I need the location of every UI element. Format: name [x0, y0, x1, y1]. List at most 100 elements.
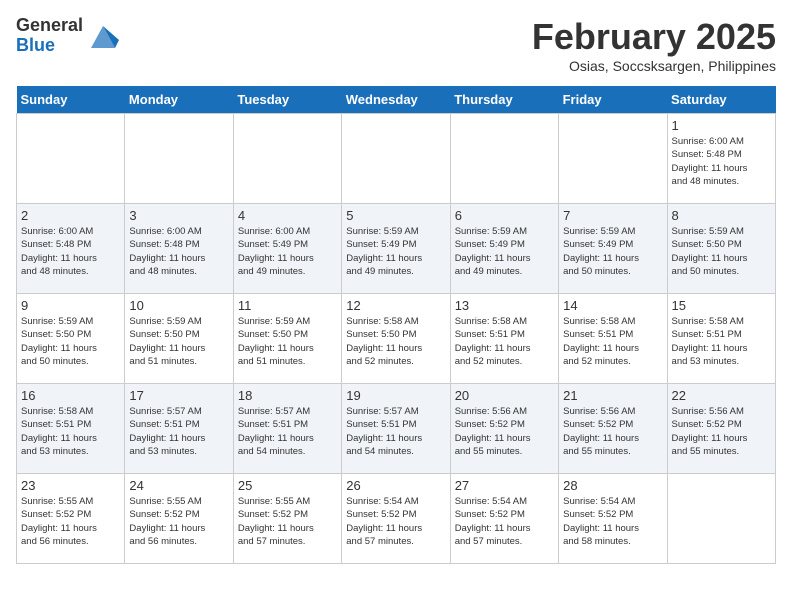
day-number: 12	[346, 298, 445, 313]
day-number: 22	[672, 388, 771, 403]
cell-info: Sunrise: 5:55 AM Sunset: 5:52 PM Dayligh…	[129, 495, 228, 548]
calendar-cell: 11 Sunrise: 5:59 AM Sunset: 5:50 PM Dayli…	[233, 294, 341, 384]
cell-info: Sunrise: 5:59 AM Sunset: 5:50 PM Dayligh…	[238, 315, 337, 368]
cell-info: Sunrise: 5:57 AM Sunset: 5:51 PM Dayligh…	[129, 405, 228, 458]
day-number: 23	[21, 478, 120, 493]
day-number: 28	[563, 478, 662, 493]
day-number: 26	[346, 478, 445, 493]
cell-info: Sunrise: 5:58 AM Sunset: 5:50 PM Dayligh…	[346, 315, 445, 368]
calendar-cell: 7Sunrise: 5:59 AM Sunset: 5:49 PM Daylig…	[559, 204, 667, 294]
day-number: 4	[238, 208, 337, 223]
calendar-cell: 12 Sunrise: 5:58 AM Sunset: 5:50 PM Dayli…	[342, 294, 450, 384]
day-number: 2	[21, 208, 120, 223]
calendar-cell: 16Sunrise: 5:58 AM Sunset: 5:51 PM Dayli…	[17, 384, 125, 474]
cell-info: Sunrise: 5:59 AM Sunset: 5:50 PM Dayligh…	[21, 315, 120, 368]
day-number: 7	[563, 208, 662, 223]
cell-info: Sunrise: 5:59 AM Sunset: 5:49 PM Dayligh…	[346, 225, 445, 278]
weekday-header-friday: Friday	[559, 86, 667, 114]
calendar-cell: 27 Sunrise: 5:54 AM Sunset: 5:52 PM Dayli…	[450, 474, 558, 564]
weekday-header-tuesday: Tuesday	[233, 86, 341, 114]
calendar-cell	[233, 114, 341, 204]
calendar-cell: 4 Sunrise: 6:00 AM Sunset: 5:49 PM Daylig…	[233, 204, 341, 294]
day-number: 10	[129, 298, 228, 313]
week-row-5: 23 Sunrise: 5:55 AM Sunset: 5:52 PM Dayli…	[17, 474, 776, 564]
logo-icon	[87, 20, 119, 52]
calendar-cell	[342, 114, 450, 204]
cell-info: Sunrise: 5:56 AM Sunset: 5:52 PM Dayligh…	[672, 405, 771, 458]
calendar-cell: 24 Sunrise: 5:55 AM Sunset: 5:52 PM Dayli…	[125, 474, 233, 564]
day-number: 6	[455, 208, 554, 223]
calendar-cell: 21 Sunrise: 5:56 AM Sunset: 5:52 PM Dayli…	[559, 384, 667, 474]
calendar-cell: 25Sunrise: 5:55 AM Sunset: 5:52 PM Dayli…	[233, 474, 341, 564]
header: General Blue February 2025 Osias, Soccsk…	[16, 16, 776, 74]
cell-info: Sunrise: 5:54 AM Sunset: 5:52 PM Dayligh…	[563, 495, 662, 548]
weekday-header-thursday: Thursday	[450, 86, 558, 114]
calendar-cell: 22 Sunrise: 5:56 AM Sunset: 5:52 PM Dayli…	[667, 384, 775, 474]
calendar-cell: 17 Sunrise: 5:57 AM Sunset: 5:51 PM Dayli…	[125, 384, 233, 474]
day-number: 18	[238, 388, 337, 403]
day-number: 21	[563, 388, 662, 403]
calendar-cell: 23Sunrise: 5:55 AM Sunset: 5:52 PM Dayli…	[17, 474, 125, 564]
cell-info: Sunrise: 6:00 AM Sunset: 5:48 PM Dayligh…	[21, 225, 120, 278]
day-number: 20	[455, 388, 554, 403]
calendar-table: SundayMondayTuesdayWednesdayThursdayFrid…	[16, 86, 776, 564]
calendar-cell	[559, 114, 667, 204]
day-number: 13	[455, 298, 554, 313]
weekday-header-row: SundayMondayTuesdayWednesdayThursdayFrid…	[17, 86, 776, 114]
title-area: February 2025 Osias, Soccsksargen, Phili…	[532, 16, 776, 74]
cell-info: Sunrise: 6:00 AM Sunset: 5:48 PM Dayligh…	[129, 225, 228, 278]
logo: General Blue	[16, 16, 119, 56]
calendar-cell: 14Sunrise: 5:58 AM Sunset: 5:51 PM Dayli…	[559, 294, 667, 384]
week-row-4: 16Sunrise: 5:58 AM Sunset: 5:51 PM Dayli…	[17, 384, 776, 474]
day-number: 8	[672, 208, 771, 223]
logo-blue: Blue	[16, 36, 83, 56]
cell-info: Sunrise: 6:00 AM Sunset: 5:49 PM Dayligh…	[238, 225, 337, 278]
calendar-cell	[667, 474, 775, 564]
calendar-cell	[450, 114, 558, 204]
calendar-cell: 2 Sunrise: 6:00 AM Sunset: 5:48 PM Daylig…	[17, 204, 125, 294]
cell-info: Sunrise: 5:58 AM Sunset: 5:51 PM Dayligh…	[563, 315, 662, 368]
day-number: 15	[672, 298, 771, 313]
day-number: 5	[346, 208, 445, 223]
day-number: 1	[672, 118, 771, 133]
calendar-cell: 19Sunrise: 5:57 AM Sunset: 5:51 PM Dayli…	[342, 384, 450, 474]
calendar-cell: 3 Sunrise: 6:00 AM Sunset: 5:48 PM Daylig…	[125, 204, 233, 294]
day-number: 11	[238, 298, 337, 313]
cell-info: Sunrise: 5:59 AM Sunset: 5:50 PM Dayligh…	[672, 225, 771, 278]
day-number: 25	[238, 478, 337, 493]
calendar-cell: 10Sunrise: 5:59 AM Sunset: 5:50 PM Dayli…	[125, 294, 233, 384]
weekday-header-wednesday: Wednesday	[342, 86, 450, 114]
day-number: 9	[21, 298, 120, 313]
calendar-cell: 20Sunrise: 5:56 AM Sunset: 5:52 PM Dayli…	[450, 384, 558, 474]
weekday-header-saturday: Saturday	[667, 86, 775, 114]
calendar-cell: 15 Sunrise: 5:58 AM Sunset: 5:51 PM Dayli…	[667, 294, 775, 384]
calendar-cell: 1Sunrise: 6:00 AM Sunset: 5:48 PM Daylig…	[667, 114, 775, 204]
week-row-1: 1Sunrise: 6:00 AM Sunset: 5:48 PM Daylig…	[17, 114, 776, 204]
cell-info: Sunrise: 5:54 AM Sunset: 5:52 PM Dayligh…	[455, 495, 554, 548]
calendar-cell: 18 Sunrise: 5:57 AM Sunset: 5:51 PM Dayli…	[233, 384, 341, 474]
calendar-cell: 5 Sunrise: 5:59 AM Sunset: 5:49 PM Daylig…	[342, 204, 450, 294]
weekday-header-monday: Monday	[125, 86, 233, 114]
cell-info: Sunrise: 5:57 AM Sunset: 5:51 PM Dayligh…	[346, 405, 445, 458]
cell-info: Sunrise: 5:54 AM Sunset: 5:52 PM Dayligh…	[346, 495, 445, 548]
calendar-subtitle: Osias, Soccsksargen, Philippines	[532, 58, 776, 74]
cell-info: Sunrise: 5:56 AM Sunset: 5:52 PM Dayligh…	[563, 405, 662, 458]
cell-info: Sunrise: 5:58 AM Sunset: 5:51 PM Dayligh…	[672, 315, 771, 368]
calendar-cell: 8 Sunrise: 5:59 AM Sunset: 5:50 PM Daylig…	[667, 204, 775, 294]
day-number: 24	[129, 478, 228, 493]
day-number: 17	[129, 388, 228, 403]
cell-info: Sunrise: 5:59 AM Sunset: 5:49 PM Dayligh…	[455, 225, 554, 278]
calendar-cell	[125, 114, 233, 204]
calendar-cell: 13Sunrise: 5:58 AM Sunset: 5:51 PM Dayli…	[450, 294, 558, 384]
day-number: 3	[129, 208, 228, 223]
cell-info: Sunrise: 5:57 AM Sunset: 5:51 PM Dayligh…	[238, 405, 337, 458]
logo-general: General	[16, 16, 83, 36]
calendar-cell: 9 Sunrise: 5:59 AM Sunset: 5:50 PM Daylig…	[17, 294, 125, 384]
calendar-cell	[17, 114, 125, 204]
calendar-cell: 26 Sunrise: 5:54 AM Sunset: 5:52 PM Dayli…	[342, 474, 450, 564]
day-number: 27	[455, 478, 554, 493]
week-row-3: 9 Sunrise: 5:59 AM Sunset: 5:50 PM Daylig…	[17, 294, 776, 384]
calendar-title: February 2025	[532, 16, 776, 58]
weekday-header-sunday: Sunday	[17, 86, 125, 114]
cell-info: Sunrise: 5:58 AM Sunset: 5:51 PM Dayligh…	[21, 405, 120, 458]
